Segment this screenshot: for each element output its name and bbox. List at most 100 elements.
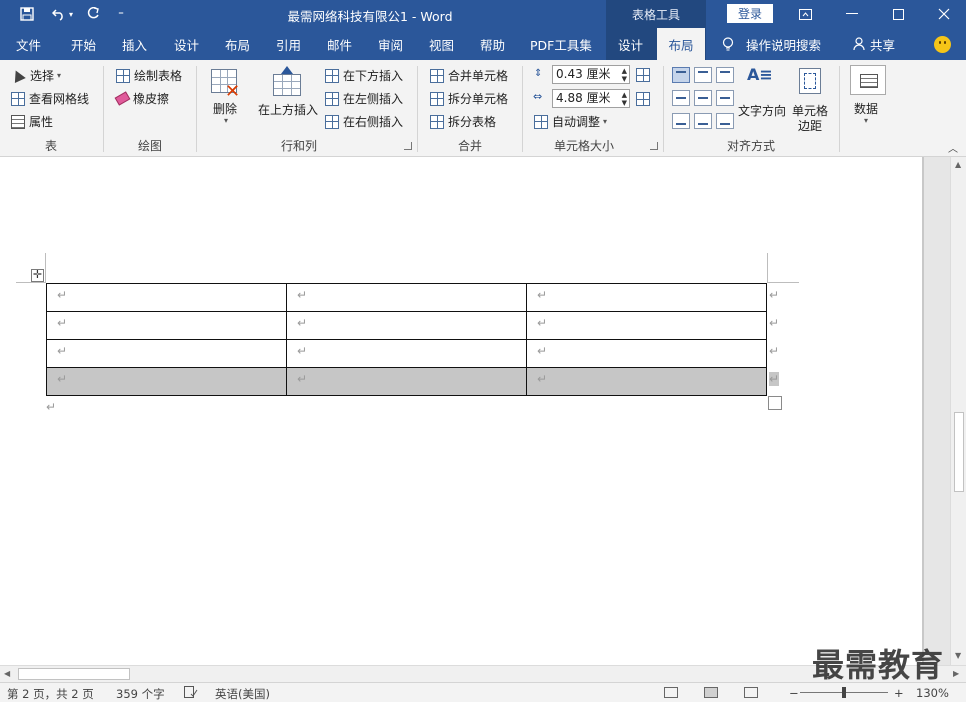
save-icon[interactable] (16, 4, 38, 24)
row-height-input[interactable]: 0.43 厘米 ▲ ▼ (552, 65, 630, 84)
properties-button[interactable]: 属性 (11, 113, 53, 130)
smiley-feedback-icon[interactable] (934, 36, 951, 53)
align-top-center-icon[interactable] (694, 67, 712, 83)
watermark-logo: 最需教育 (812, 646, 945, 684)
merge-cells-button[interactable]: 合并单元格 (430, 67, 508, 84)
table-move-handle-icon[interactable]: ✛ (31, 269, 44, 282)
align-top-left-icon[interactable] (672, 67, 690, 83)
maximize-icon[interactable] (876, 0, 920, 28)
undo-dropdown-icon[interactable]: ▾ (66, 4, 76, 24)
tab-insert[interactable]: 插入 (122, 28, 147, 60)
scroll-up-icon[interactable]: ▲ (955, 160, 961, 169)
word-count[interactable]: 359 个字 (116, 686, 165, 702)
scroll-right-icon[interactable]: ▶ (953, 669, 959, 678)
table-resize-handle-icon[interactable] (768, 396, 782, 410)
eraser-icon (114, 91, 131, 106)
tell-me-search[interactable]: 操作说明搜索 (722, 28, 821, 60)
rows-columns-launcher-icon[interactable] (404, 142, 412, 150)
web-layout-icon[interactable] (744, 687, 758, 698)
table-cell[interactable]: ↵ (526, 339, 767, 368)
tab-table-design[interactable]: 设计 (618, 28, 643, 60)
split-cells-button[interactable]: 拆分单元格 (430, 90, 508, 107)
split-table-button[interactable]: 拆分表格 (430, 113, 496, 130)
align-middle-center-icon[interactable] (694, 90, 712, 106)
customize-qat-icon[interactable]: ⁼ (110, 4, 132, 24)
table-cell[interactable]: ↵ (286, 367, 527, 396)
table-cell[interactable]: ↵ (526, 311, 767, 340)
vertical-scrollbar[interactable]: ▲ ▼ (950, 157, 966, 665)
table-cell[interactable]: ↵ (286, 339, 527, 368)
table-cell[interactable]: ↵ (46, 283, 287, 312)
print-layout-icon[interactable] (704, 687, 718, 698)
tab-design[interactable]: 设计 (174, 28, 199, 60)
collapse-ribbon-icon[interactable]: ︿ (948, 140, 958, 155)
distribute-columns-icon[interactable] (636, 92, 650, 106)
document-table[interactable]: ↵ ↵ ↵ ↵ ↵ ↵ ↵ ↵ ↵ ↵ ↵ ↵ (46, 283, 767, 396)
share-button[interactable]: 共享 (853, 28, 895, 60)
read-mode-icon[interactable] (664, 687, 678, 698)
align-middle-left-icon[interactable] (672, 90, 690, 106)
insert-above-button[interactable]: 在上方插入 (255, 66, 319, 132)
scroll-down-icon[interactable]: ▼ (955, 651, 961, 660)
zoom-slider-thumb[interactable] (842, 687, 846, 698)
zoom-out-button[interactable]: − (789, 686, 799, 700)
tab-layout[interactable]: 布局 (225, 28, 250, 60)
vertical-scroll-thumb[interactable] (954, 412, 964, 492)
autofit-button[interactable]: 自动调整 ▾ (534, 113, 607, 130)
tab-mailings[interactable]: 邮件 (327, 28, 352, 60)
insert-left-button[interactable]: 在左侧插入 (325, 90, 403, 107)
scroll-left-icon[interactable]: ◀ (4, 669, 10, 678)
align-bottom-center-icon[interactable] (694, 113, 712, 129)
page-count[interactable]: 第 2 页，共 2 页 (7, 686, 94, 702)
column-width-spinner-icon[interactable]: ▲ ▼ (622, 91, 627, 107)
document-page[interactable]: ✛ ↵ ↵ ↵ ↵ ↵ ↵ ↵ ↵ ↵ ↵ ↵ ↵ ↵ ↵ ↵ ↵ ↵ (0, 157, 922, 665)
distribute-rows-icon[interactable] (636, 68, 650, 82)
view-gridlines-button[interactable]: 查看网格线 (11, 90, 89, 107)
cell-margins-button[interactable]: 单元格 边距 (790, 65, 832, 133)
ribbon-display-icon[interactable] (783, 0, 827, 28)
paragraph-mark: ↵ (46, 400, 57, 414)
align-middle-right-icon[interactable] (716, 90, 734, 106)
login-button[interactable]: 登录 (727, 4, 773, 23)
insert-below-button[interactable]: 在下方插入 (325, 67, 403, 84)
close-icon[interactable] (922, 0, 966, 28)
tab-pdf-tools[interactable]: PDF工具集 (530, 28, 592, 60)
language-indicator[interactable]: 英语(美国) (215, 686, 270, 702)
table-cell[interactable]: ↵ (526, 367, 767, 396)
column-width-input[interactable]: 4.88 厘米 ▲ ▼ (552, 89, 630, 108)
tab-file[interactable]: 文件 (16, 28, 41, 60)
tab-help[interactable]: 帮助 (480, 28, 505, 60)
cell-size-launcher-icon[interactable] (650, 142, 658, 150)
zoom-in-button[interactable]: + (894, 686, 904, 700)
tab-view[interactable]: 视图 (429, 28, 454, 60)
minimize-icon[interactable] (830, 0, 874, 28)
split-table-label: 拆分表格 (448, 115, 497, 129)
eraser-button[interactable]: 橡皮擦 (114, 90, 169, 107)
table-cell[interactable]: ↵ (46, 339, 287, 368)
align-top-right-icon[interactable] (716, 67, 734, 83)
align-bottom-right-icon[interactable] (716, 113, 734, 129)
insert-right-button[interactable]: 在右侧插入 (325, 113, 403, 130)
table-cell[interactable]: ↵ (286, 311, 527, 340)
delete-button[interactable]: ✕ 删除 ▾ (205, 66, 249, 132)
data-label: 数据 (854, 102, 879, 116)
table-cell[interactable]: ↵ (526, 283, 767, 312)
align-bottom-left-icon[interactable] (672, 113, 690, 129)
table-cell[interactable]: ↵ (46, 311, 287, 340)
row-height-value: 0.43 厘米 (556, 67, 611, 81)
row-height-spinner-icon[interactable]: ▲ ▼ (622, 67, 627, 83)
table-cell[interactable]: ↵ (46, 367, 287, 396)
horizontal-scroll-thumb[interactable] (18, 668, 130, 680)
table-cell[interactable]: ↵ (286, 283, 527, 312)
zoom-level[interactable]: 130% (916, 686, 949, 700)
tab-home[interactable]: 开始 (71, 28, 96, 60)
select-button[interactable]: 选择 ▾ (10, 67, 61, 84)
redo-icon[interactable] (82, 4, 104, 24)
data-button[interactable]: 数据 ▾ (848, 65, 888, 133)
tab-references[interactable]: 引用 (276, 28, 301, 60)
text-direction-button[interactable]: A≡ 文字方向 (738, 65, 788, 125)
tab-review[interactable]: 审阅 (378, 28, 403, 60)
proofing-icon[interactable] (184, 686, 198, 698)
draw-table-button[interactable]: 绘制表格 (116, 67, 182, 84)
tab-table-layout[interactable]: 布局 (657, 28, 705, 60)
